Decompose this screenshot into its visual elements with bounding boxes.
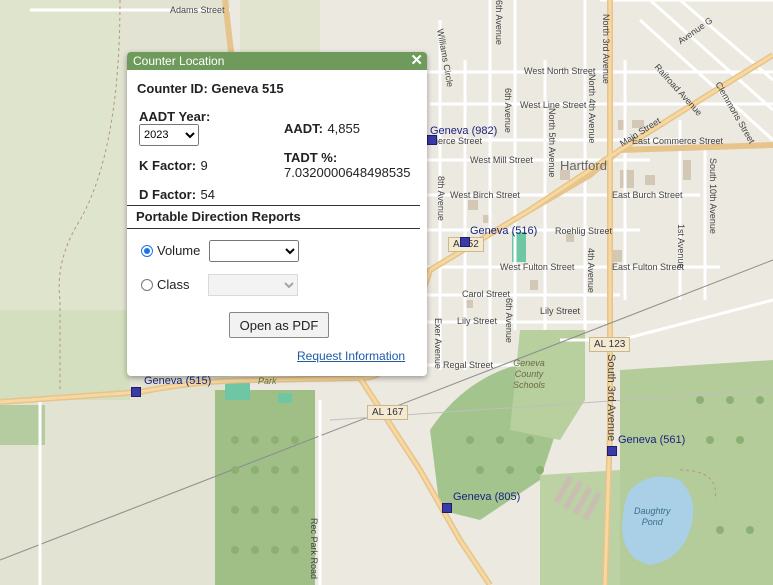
street-label-west-fulton: West Fulton Street	[500, 262, 575, 272]
street-label-north-5th: North 5th Avenue	[547, 108, 557, 178]
d-factor-label: D Factor:	[139, 187, 197, 202]
class-label: Class	[157, 277, 190, 292]
d-factor-value: 54	[200, 187, 215, 202]
counter-label-geneva-982: Geneva (982)	[430, 125, 498, 137]
volume-radio[interactable]	[141, 245, 153, 257]
counter-location-popup: Counter Location ✕ Counter ID: Geneva 51…	[127, 52, 427, 376]
counter-label-geneva-515: Geneva (515)	[144, 375, 212, 387]
street-label-6th-mid: 6th Avenue	[503, 88, 513, 133]
street-label-west-birch: West Birch Street	[450, 190, 520, 200]
aadt-year-select[interactable]: 2023	[139, 124, 199, 146]
route-shield-al123: AL 123	[589, 337, 631, 352]
street-label-8th: 8th Avenue	[436, 176, 446, 221]
street-label-regal: Regal Street	[443, 360, 494, 370]
tadt-label: TADT %:	[284, 150, 338, 165]
open-pdf-button[interactable]: Open as PDF	[229, 312, 329, 338]
schools-label-line3: Schools	[513, 380, 546, 390]
street-label-pierce: Pierce Street	[430, 136, 483, 146]
street-label-west-north: West North Street	[524, 66, 596, 76]
street-label-east-commerce: East Commerce Street	[632, 136, 724, 146]
park-label: Park	[258, 376, 277, 386]
class-select[interactable]	[208, 274, 298, 296]
k-factor-value: 9	[200, 158, 208, 173]
volume-label: Volume	[157, 243, 201, 258]
aadt-label: AADT:	[284, 121, 323, 136]
street-label-rec-park: Rec Park Road	[309, 518, 319, 580]
street-label-east-fulton: East Fulton Street	[612, 262, 685, 272]
street-label-west-mill: West Mill Street	[470, 155, 533, 165]
request-information-link[interactable]: Request Information	[297, 349, 405, 363]
street-label-carol: Carol Street	[462, 289, 511, 299]
street-label-roehlig: Roehlig Street	[555, 226, 613, 236]
town-label-hartford: Hartford	[560, 158, 607, 173]
close-icon[interactable]: ✕	[410, 52, 423, 70]
street-label-4th: 4th Avenue	[586, 248, 596, 293]
divider-bottom	[127, 228, 420, 229]
route-shield-al167: AL 167	[367, 405, 409, 420]
street-label-lily-east: Lily Street	[540, 306, 581, 316]
d-factor-row: D Factor: 54	[139, 186, 215, 204]
street-label-exer: Exer Avenue	[433, 318, 443, 369]
street-label-east-burch: East Burch Street	[612, 190, 683, 200]
counter-label-geneva-561: Geneva (561)	[618, 434, 686, 446]
street-label-lily-west: Lily Street	[457, 316, 498, 326]
street-label-south-10th: South 10th Avenue	[708, 158, 718, 234]
counter-marker-geneva-561[interactable]	[607, 446, 617, 456]
counter-marker-geneva-515[interactable]	[131, 387, 141, 397]
counter-id: Counter ID: Geneva 515	[137, 81, 284, 96]
street-label-adams: Adams Street	[170, 5, 225, 15]
tadt-value: 7.0320000648498535	[284, 165, 411, 180]
pond-label: Daughtry Pond	[634, 506, 671, 528]
pond-label-line1: Daughtry	[634, 506, 671, 516]
street-label-6th-north: 6th Avenue	[494, 0, 504, 45]
street-label-north-3rd: North 3rd Avenue	[601, 14, 611, 84]
street-label-1st: 1st Avenue	[676, 224, 686, 269]
counter-label-geneva-805: Geneva (805)	[453, 491, 521, 503]
counter-marker-geneva-516[interactable]	[460, 237, 470, 247]
class-radio[interactable]	[141, 279, 153, 291]
schools-label-line2: County	[514, 369, 544, 379]
schools-label: Geneva County Schools	[513, 358, 545, 391]
counter-marker-geneva-805[interactable]	[442, 503, 452, 513]
divider-top	[127, 205, 420, 206]
counter-label-geneva-516: Geneva (516)	[470, 225, 538, 237]
aadt-row: AADT: 4,855	[284, 120, 360, 138]
street-label-6th-south: 6th Avenue	[504, 298, 514, 343]
schools-label-line1: Geneva	[513, 358, 545, 368]
street-label-north-4th: North 4th Avenue	[587, 74, 597, 144]
k-factor-label: K Factor:	[139, 158, 197, 173]
volume-select[interactable]	[209, 240, 299, 262]
aadt-value: 4,855	[327, 121, 360, 136]
section-title: Portable Direction Reports	[136, 209, 301, 224]
popup-title-bar: Counter Location ✕	[127, 52, 427, 70]
popup-title: Counter Location	[133, 54, 225, 68]
pond-label-line2: Pond	[641, 517, 663, 527]
street-label-south-3rd: South 3rd Avenue	[605, 354, 617, 442]
aadt-year-label: AADT Year:	[139, 109, 211, 124]
k-factor-row: K Factor: 9	[139, 157, 208, 175]
